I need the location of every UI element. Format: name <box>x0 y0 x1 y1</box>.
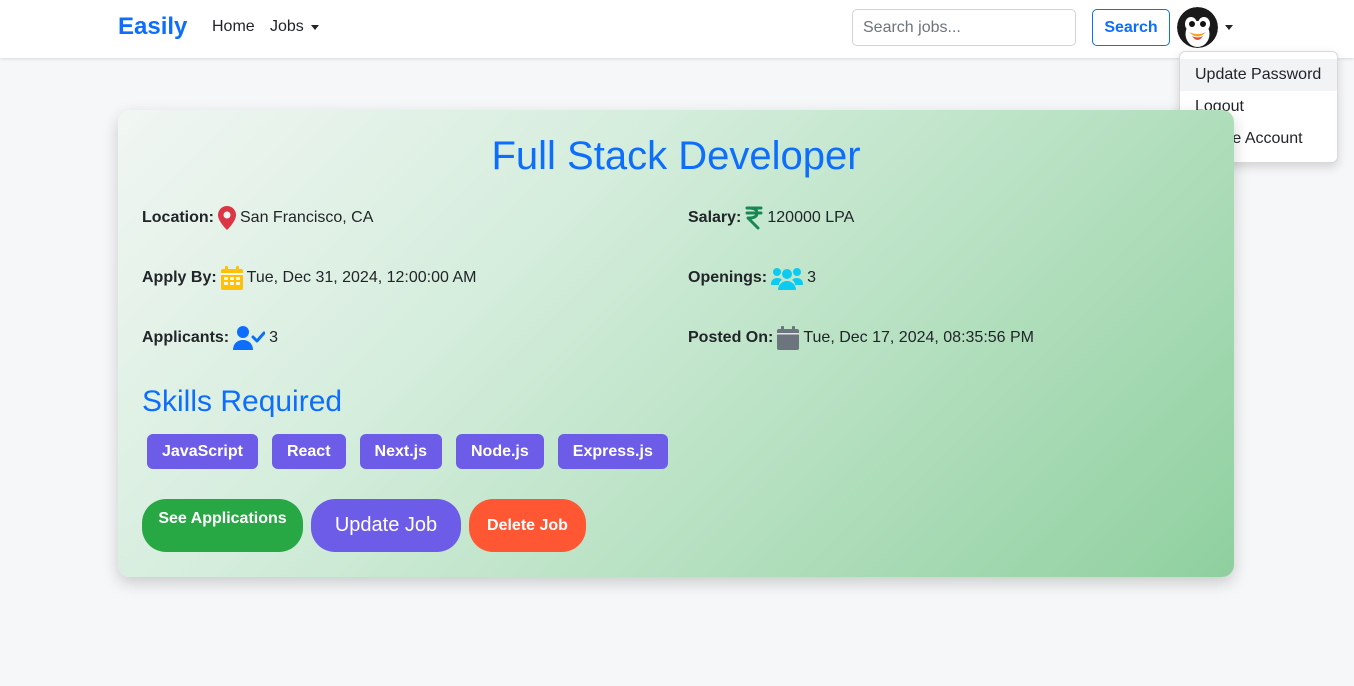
nav-home-link[interactable]: Home <box>212 18 255 36</box>
apply-by-label: Apply By: <box>142 269 217 286</box>
applicants-label: Applicants: <box>142 329 230 346</box>
openings-label: Openings: <box>688 269 768 286</box>
applicants-value: 3 <box>269 329 279 346</box>
openings-value: 3 <box>807 269 817 286</box>
delete-job-button[interactable]: Delete Job <box>469 499 586 552</box>
applicants-info: Applicants: 3 <box>142 326 278 350</box>
location-label: Location: <box>142 209 214 226</box>
apply-by-info: Apply By: Tue, Dec 31, 2024, 12:00:00 AM <box>142 266 476 290</box>
skill-badge: JavaScript <box>147 434 258 469</box>
job-card: Full Stack Developer Location: San Franc… <box>118 110 1234 577</box>
menu-item-update-password[interactable]: Update Password <box>1180 59 1337 91</box>
posted-on-value: Tue, Dec 17, 2024, 08:35:56 PM <box>803 329 1035 346</box>
penguin-avatar-icon <box>1177 7 1218 48</box>
salary-label: Salary: <box>688 209 742 226</box>
openings-info: Openings: 3 <box>688 266 816 290</box>
search-button[interactable]: Search <box>1092 9 1170 46</box>
skills-heading: Skills Required <box>142 385 343 418</box>
chevron-down-icon <box>1225 25 1233 30</box>
user-menu-toggle[interactable] <box>1177 7 1233 48</box>
update-job-button[interactable]: Update Job <box>311 499 461 552</box>
brand-logo[interactable]: Easily <box>118 13 187 41</box>
posted-on-info: Posted On: Tue, Dec 17, 2024, 08:35:56 P… <box>688 326 1034 350</box>
nav-jobs-dropdown[interactable]: Jobs <box>270 18 319 36</box>
skills-list: JavaScript React Next.js Node.js Express… <box>147 434 668 469</box>
avatar[interactable] <box>1177 7 1218 48</box>
user-check-icon <box>233 326 266 350</box>
chevron-down-icon <box>310 24 319 30</box>
posted-on-label: Posted On: <box>688 329 774 346</box>
see-applications-button[interactable]: See Applications <box>142 499 303 552</box>
calendar-solid-icon <box>777 326 800 350</box>
calendar-icon <box>220 266 243 290</box>
location-value: San Francisco, CA <box>240 209 374 226</box>
skill-badge: Next.js <box>359 434 442 469</box>
skill-badge: React <box>271 434 346 469</box>
skill-badge: Express.js <box>557 434 668 469</box>
skill-badge: Node.js <box>455 434 544 469</box>
map-pin-icon <box>218 206 236 230</box>
search-input[interactable] <box>852 9 1076 46</box>
apply-by-value: Tue, Dec 31, 2024, 12:00:00 AM <box>246 269 477 286</box>
job-title: Full Stack Developer <box>491 134 861 178</box>
nav-jobs-label: Jobs <box>270 18 304 35</box>
salary-value: 120000 LPA <box>767 209 855 226</box>
rupee-icon <box>745 206 763 230</box>
navbar: Easily Home Jobs Search <box>0 0 1354 58</box>
users-icon <box>771 266 804 290</box>
salary-info: Salary: 120000 LPA <box>688 206 854 230</box>
location-info: Location: San Francisco, CA <box>142 206 373 230</box>
